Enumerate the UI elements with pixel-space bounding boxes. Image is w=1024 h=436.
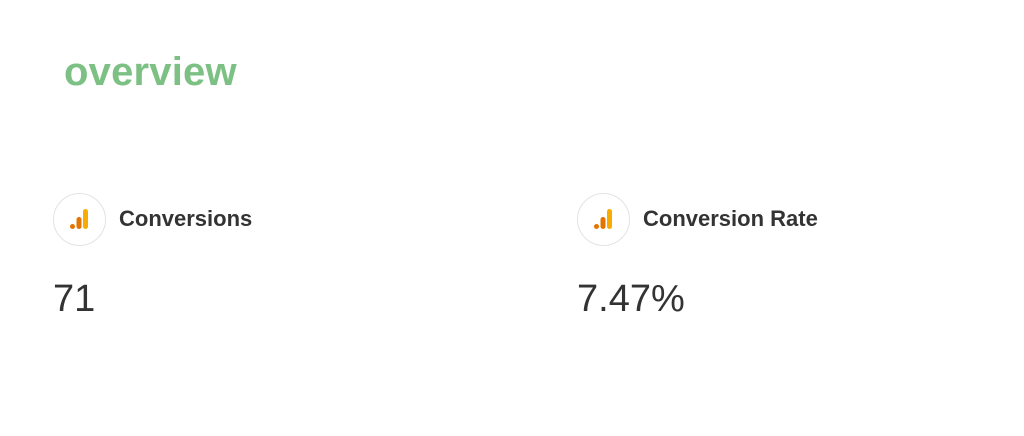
metric-value: 71 <box>53 278 96 320</box>
analytics-bars-icon-graphic <box>593 209 612 229</box>
metric-label: Conversions <box>119 206 253 231</box>
metric-card-conversions: Conversions 71 <box>53 191 473 321</box>
analytics-bars-icon <box>577 192 630 246</box>
page-title: overview <box>64 50 237 94</box>
metric-card-conversion-rate: Conversion Rate 7.47% <box>577 191 997 321</box>
metric-header: Conversions <box>53 191 473 247</box>
analytics-bars-icon <box>53 192 106 246</box>
analytics-bars-icon-graphic <box>69 209 88 229</box>
metric-label: Conversion Rate <box>643 206 818 231</box>
metric-header: Conversion Rate <box>577 191 997 247</box>
metric-value: 7.47% <box>577 278 685 320</box>
